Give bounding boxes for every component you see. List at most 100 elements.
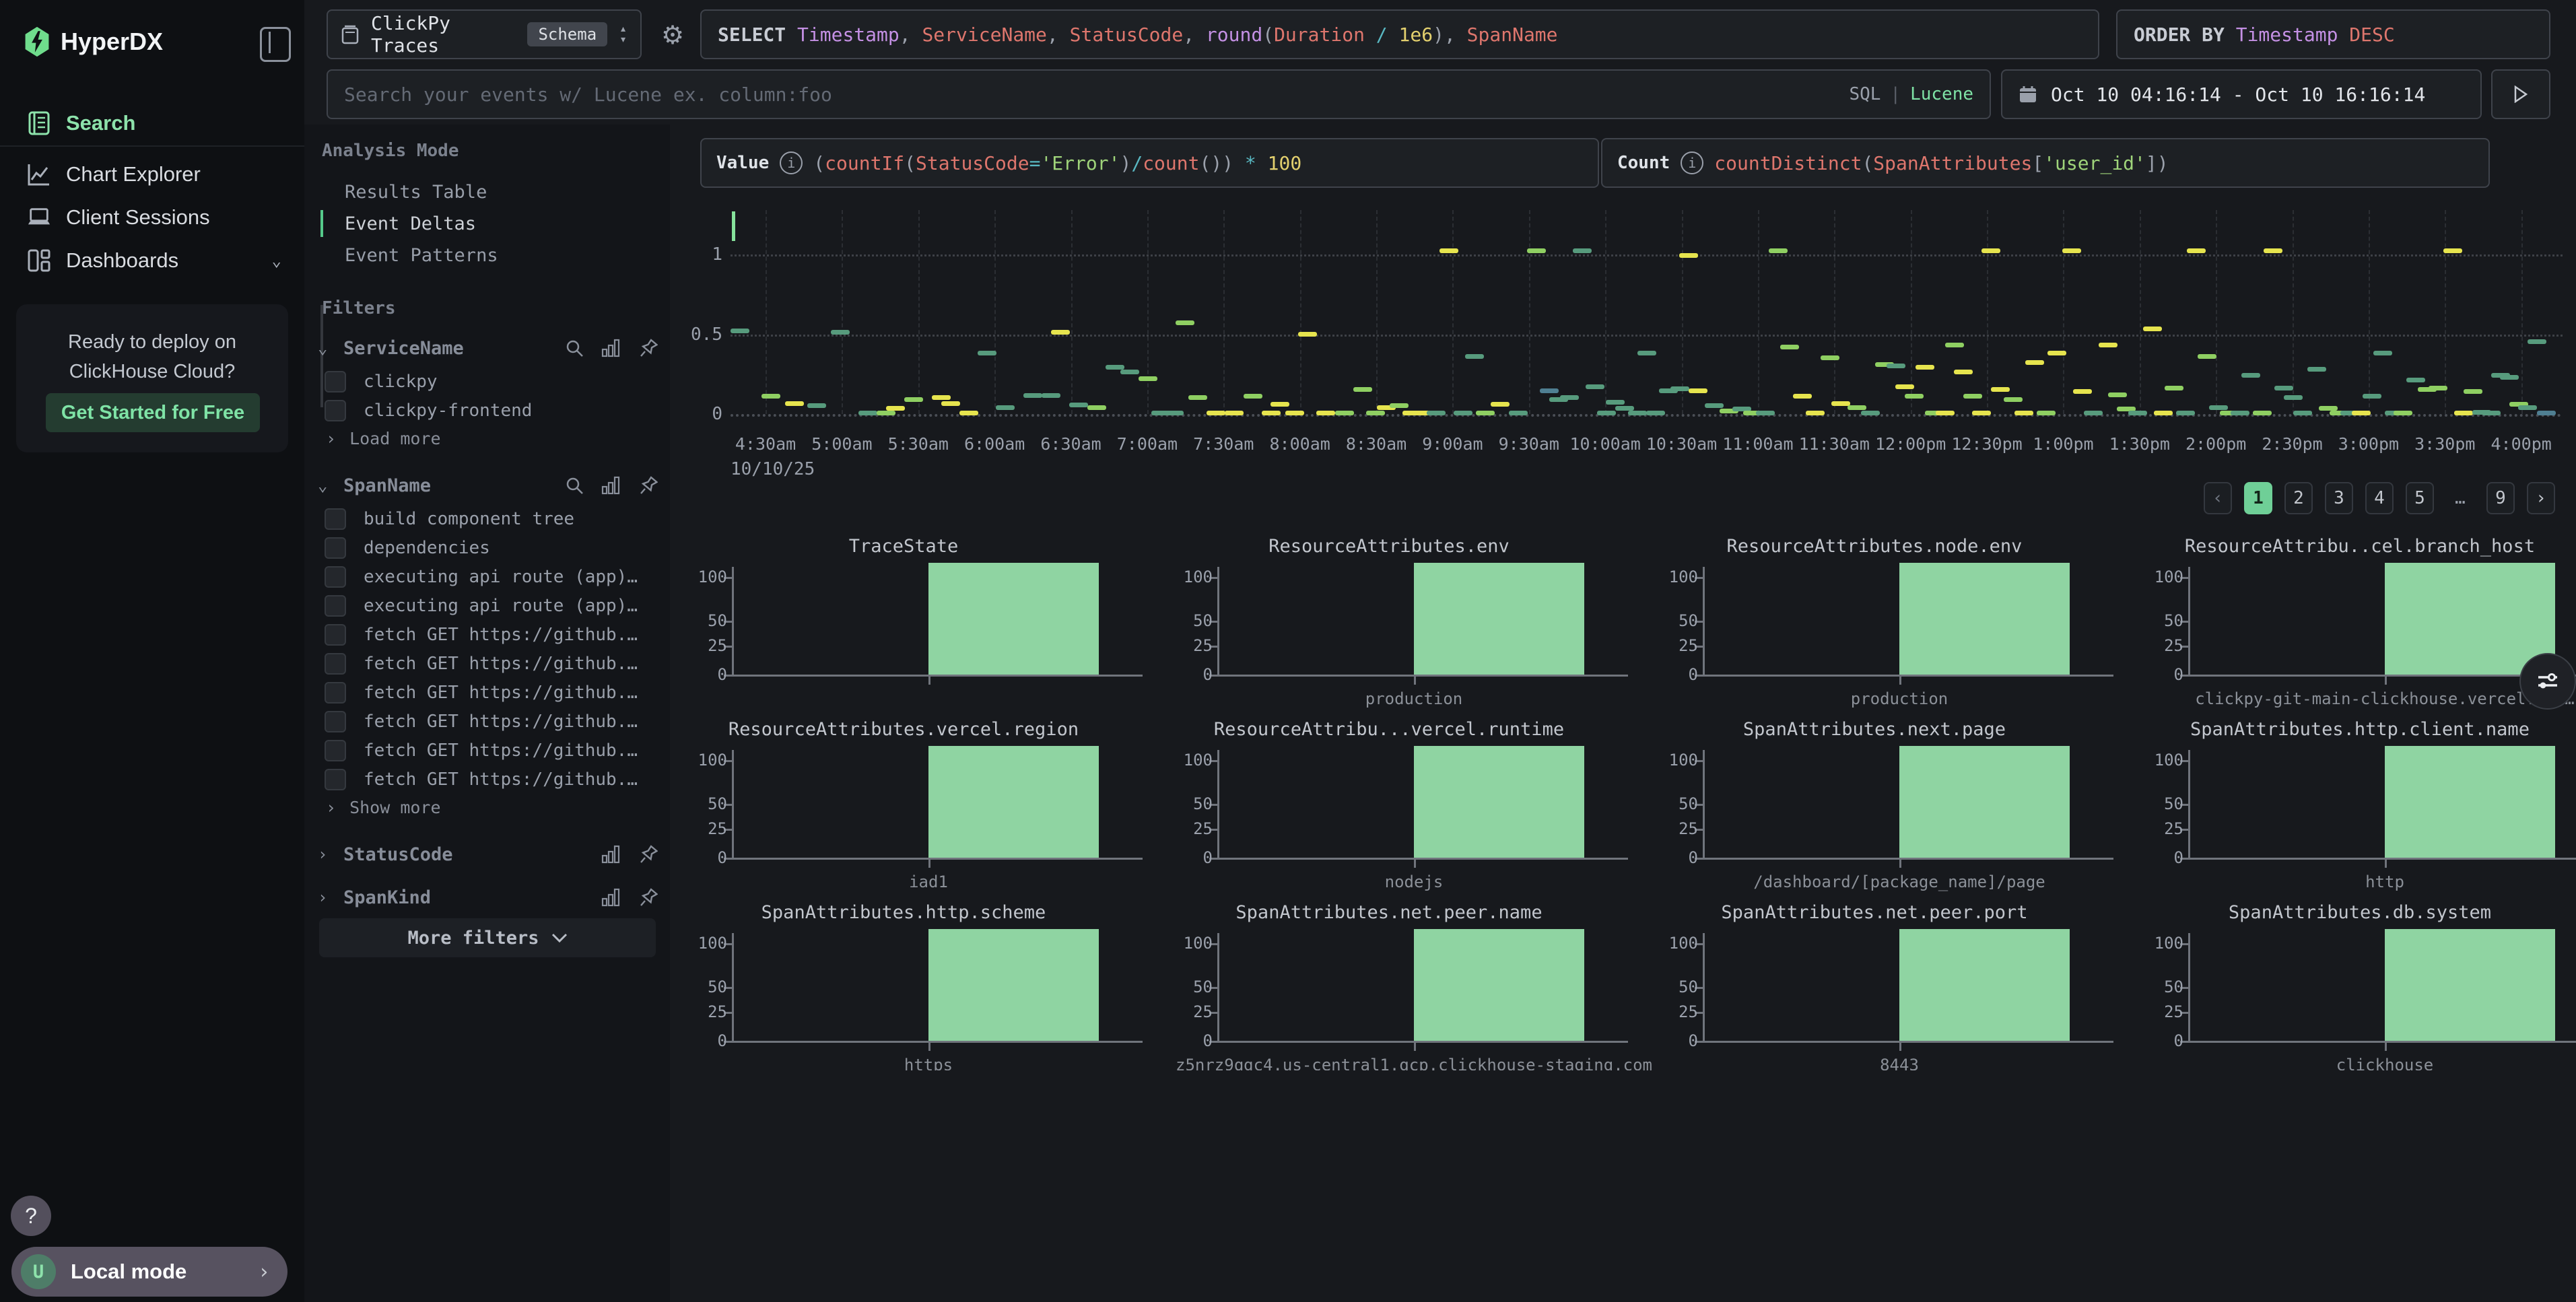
bar-https[interactable] xyxy=(928,929,1099,1041)
chart-icon[interactable] xyxy=(601,888,621,907)
chart-icon[interactable] xyxy=(601,845,621,864)
mini-chart-title: ResourceAttribu..cel.branch_host xyxy=(2124,536,2576,557)
bar-production[interactable] xyxy=(1414,563,1584,675)
pin-icon[interactable] xyxy=(639,338,658,358)
filter-value-row[interactable]: executing api route (app)… xyxy=(325,592,648,619)
filter-checkbox[interactable] xyxy=(325,740,346,761)
filter-value-row[interactable]: clickpy-frontend xyxy=(325,397,648,424)
pin-icon[interactable] xyxy=(639,844,658,864)
bar-production[interactable] xyxy=(1899,563,2070,675)
mini-chart-title: ResourceAttributes.node.env xyxy=(1639,536,2110,557)
y-axis-line xyxy=(732,567,734,677)
sidebar-item-label: Search xyxy=(66,111,135,135)
bar-http[interactable] xyxy=(2385,746,2555,858)
bar-iad1[interactable] xyxy=(928,746,1099,858)
filter-checkbox[interactable] xyxy=(325,537,346,559)
filter-checkbox[interactable] xyxy=(325,653,346,675)
pin-icon[interactable] xyxy=(639,475,658,495)
get-started-button[interactable]: Get Started for Free xyxy=(46,393,260,432)
x-axis-line xyxy=(1703,858,2113,860)
mini-chart-resourceattribu-cel-branch-host: ResourceAttribu..cel.branch_host10050250… xyxy=(2124,536,2576,712)
filter-checkbox[interactable] xyxy=(325,682,346,704)
more-filters-button[interactable]: More filters xyxy=(319,918,656,957)
date-range-picker[interactable]: Oct 10 04:16:14 - Oct 10 16:16:14 xyxy=(2001,69,2482,119)
search-run-button[interactable] xyxy=(2491,69,2550,119)
analysis-mode-event-patterns[interactable]: Event Patterns xyxy=(345,240,498,270)
bar-z5nrz9qgc4.us-central1.gcp.clickhouse-staging.com[interactable] xyxy=(1414,929,1584,1041)
sql-toggle[interactable]: SQL xyxy=(1849,84,1880,104)
mini-chart-title: SpanAttributes.net.peer.name xyxy=(1153,902,1625,923)
local-mode-button[interactable]: U Local mode › xyxy=(11,1247,287,1297)
filter-value-row[interactable]: clickpy xyxy=(325,368,648,395)
filter-value-row[interactable]: fetch GET https://github.… xyxy=(325,766,648,793)
mini-chart-plot: 10050250production xyxy=(1217,567,1611,677)
search-input[interactable]: Search your events w/ Lucene ex. column:… xyxy=(327,69,1991,119)
filter-checkbox[interactable] xyxy=(325,769,346,790)
schema-badge: Schema xyxy=(527,22,607,46)
y-tick-label: 100 xyxy=(2130,568,2183,586)
sidebar-collapse-icon[interactable] xyxy=(260,27,291,62)
filter-checkbox[interactable] xyxy=(325,400,346,421)
filter-section-statuscode[interactable]: ›StatusCode xyxy=(318,840,658,869)
bar-8443[interactable] xyxy=(1899,929,2070,1041)
bar-nodejs[interactable] xyxy=(1414,746,1584,858)
sidebar-item-dashboards[interactable]: Dashboards⌄ xyxy=(0,240,304,281)
analysis-mode-event-deltas[interactable]: Event Deltas xyxy=(345,209,476,238)
filter-value-label: executing api route (app)… xyxy=(364,596,638,616)
filter-checkbox[interactable] xyxy=(325,595,346,617)
order-by-input[interactable]: ORDER BY Timestamp DESC xyxy=(2116,9,2550,59)
sidebar-item-search[interactable]: Search xyxy=(0,102,304,144)
language-toggle[interactable]: SQL | Lucene xyxy=(1849,84,1973,104)
filter-checkbox[interactable] xyxy=(325,508,346,530)
filter-section-spankind[interactable]: ›SpanKind xyxy=(318,883,658,912)
y-tick-label: 100 xyxy=(1644,934,1698,953)
filter-checkbox[interactable] xyxy=(325,566,346,588)
filter-value-row[interactable]: fetch GET https://github.… xyxy=(325,737,648,764)
data-source-select[interactable]: ClickPy Traces Schema ▴▾ xyxy=(327,9,642,59)
filter-section-spanname[interactable]: ⌄SpanName xyxy=(318,471,658,500)
filters-panel: Analysis Mode Results TableEvent DeltasE… xyxy=(304,125,670,1302)
search-icon[interactable] xyxy=(565,339,584,357)
filter-value-row[interactable]: executing api route (app)… xyxy=(325,563,648,590)
sidebar-item-chart-explorer[interactable]: Chart Explorer xyxy=(0,153,304,195)
sql-token: / xyxy=(1365,24,1399,46)
mini-chart-plot: 10050250clickhouse xyxy=(2188,933,2576,1043)
filter-value-row[interactable]: fetch GET https://github.… xyxy=(325,708,648,735)
filter-value-row[interactable]: dependencies xyxy=(325,535,648,561)
filter-checkbox[interactable] xyxy=(325,624,346,646)
filter-checkbox[interactable] xyxy=(325,711,346,732)
chart-icon[interactable] xyxy=(601,339,621,357)
source-settings-gear-icon[interactable]: ⚙ xyxy=(661,20,691,50)
y-tick-label: 50 xyxy=(673,794,727,813)
bar-value[interactable] xyxy=(928,563,1099,675)
select-clause-input[interactable]: SELECT Timestamp, ServiceName, StatusCod… xyxy=(700,9,2099,59)
active-mode-indicator xyxy=(320,210,323,237)
y-tick-label: 50 xyxy=(1644,794,1698,813)
bar-clickpy-git-main-clickhouse.vercel.app…[interactable] xyxy=(2385,563,2555,675)
filter-value-row[interactable]: fetch GET https://github.… xyxy=(325,650,648,677)
lucene-toggle[interactable]: Lucene xyxy=(1910,84,1973,104)
hyperdx-app: HyperDX SearchChart ExplorerClient Sessi… xyxy=(0,0,2576,1302)
bar-/dashboard/[package_name]/page[interactable] xyxy=(1899,746,2070,858)
analysis-mode-results-table[interactable]: Results Table xyxy=(345,177,487,207)
chart-icon[interactable] xyxy=(601,476,621,495)
bar-clickhouse[interactable] xyxy=(2385,929,2555,1041)
filter-section-servicename[interactable]: ⌄ServiceName xyxy=(318,333,658,363)
y-tick-label: 100 xyxy=(673,934,727,953)
filter-checkbox[interactable] xyxy=(325,371,346,392)
x-category-label: nodejs xyxy=(1385,872,1444,891)
filter-value-row[interactable]: fetch GET https://github.… xyxy=(325,621,648,648)
promo-text: Ready to deploy on ClickHouse Cloud? xyxy=(16,327,288,386)
pin-icon[interactable] xyxy=(639,887,658,907)
y-tick-label: 100 xyxy=(673,751,727,769)
help-button[interactable]: ? xyxy=(11,1196,51,1236)
sidebar-item-label: Chart Explorer xyxy=(66,162,201,186)
chart-options-floating-button[interactable] xyxy=(2519,653,2576,710)
filter-value-row[interactable]: fetch GET https://github.… xyxy=(325,679,648,706)
load-more-button[interactable]: ›Load more xyxy=(326,426,441,450)
sidebar-item-client-sessions[interactable]: Client Sessions xyxy=(0,197,304,238)
show-more-button[interactable]: ›Show more xyxy=(326,795,441,819)
filter-value-row[interactable]: build component tree xyxy=(325,506,648,533)
y-axis-line xyxy=(1703,567,1705,677)
search-icon[interactable] xyxy=(565,476,584,495)
